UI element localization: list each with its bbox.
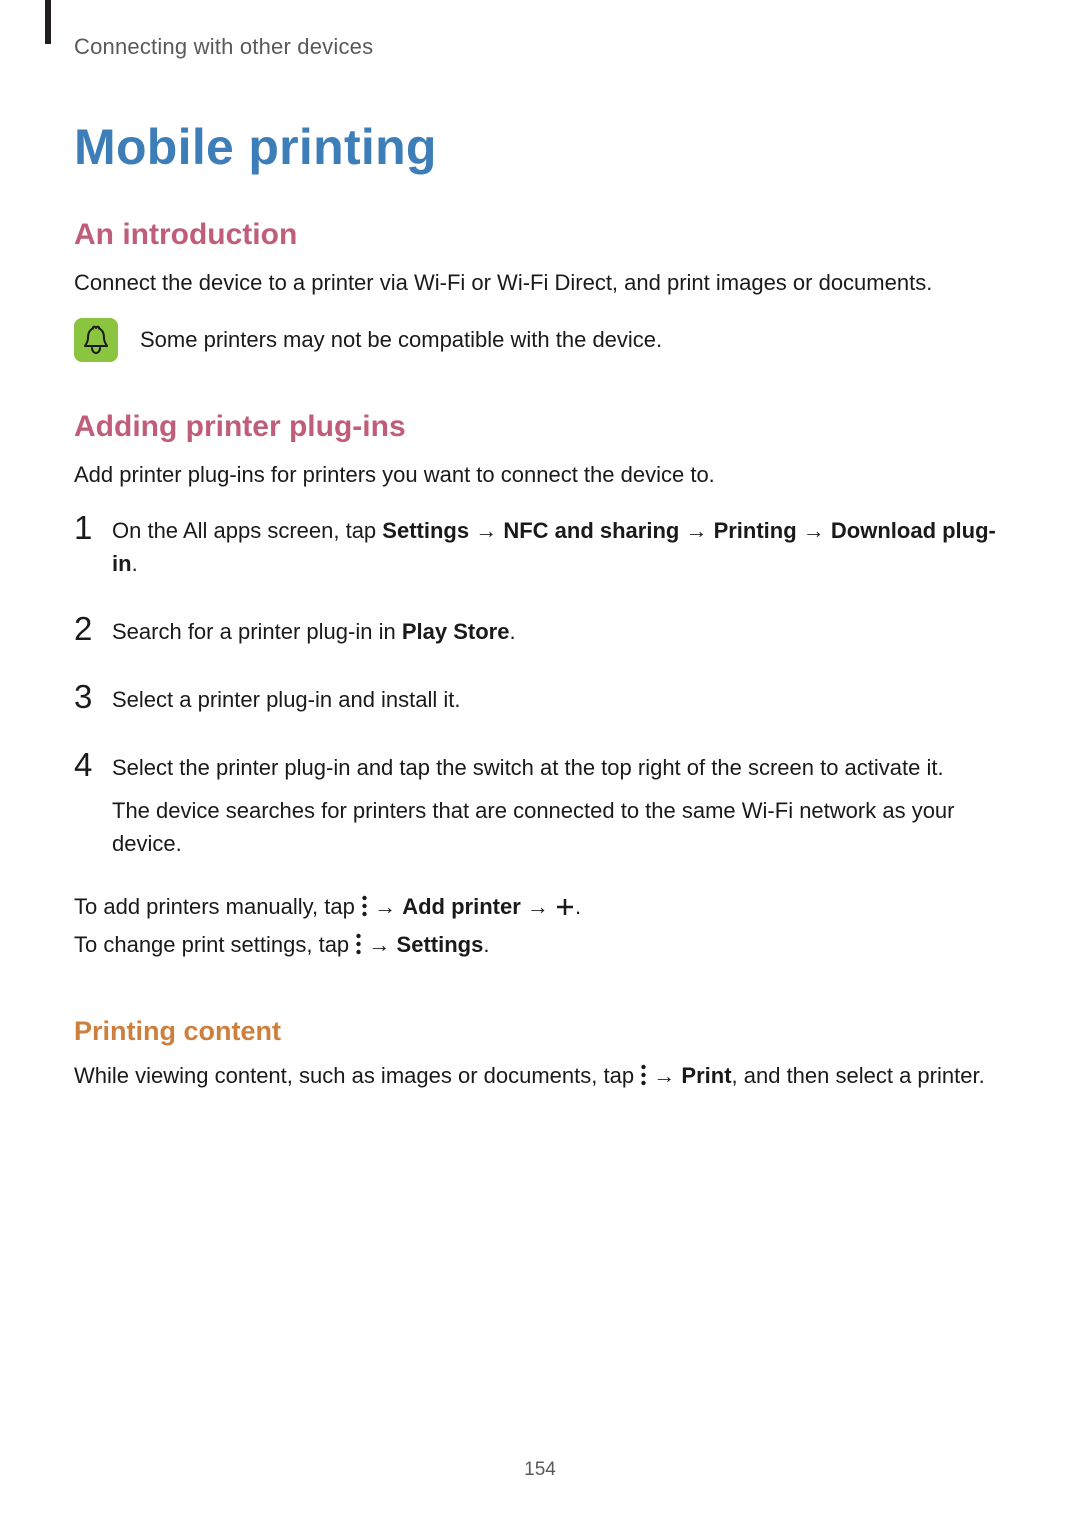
- step-number: 3: [74, 680, 96, 713]
- note-icon-box: [74, 318, 118, 362]
- note-text: Some printers may not be compatible with…: [140, 325, 662, 355]
- text: Select a printer plug-in and install it.: [112, 687, 461, 712]
- text: To change print settings, tap: [74, 932, 355, 957]
- step-3: 3 Select a printer plug-in and install i…: [74, 680, 1006, 716]
- text: .: [132, 551, 138, 576]
- arrow: →: [521, 894, 555, 919]
- page-number: 154: [0, 1459, 1080, 1481]
- text: , and then select a printer.: [732, 1063, 985, 1088]
- text: .: [509, 619, 515, 644]
- note-callout: Some printers may not be compatible with…: [74, 318, 1006, 362]
- text: On the All apps screen, tap: [112, 518, 382, 543]
- subsection-printing-heading: Printing content: [74, 1016, 1006, 1047]
- text: While viewing content, such as images or…: [74, 1063, 640, 1088]
- label-printing: Printing: [714, 518, 797, 543]
- change-settings-line: To change print settings, tap → Settings…: [74, 930, 1006, 960]
- plugin-steps-list: 1 On the All apps screen, tap Settings →…: [74, 511, 1006, 860]
- plugins-body: Add printer plug-ins for printers you wa…: [74, 460, 1006, 490]
- text-secondary: The device searches for printers that ar…: [112, 794, 1006, 860]
- label-settings: Settings: [397, 932, 484, 957]
- step-1: 1 On the All apps screen, tap Settings →…: [74, 511, 1006, 580]
- step-body: On the All apps screen, tap Settings → N…: [112, 511, 1006, 580]
- plus-icon: [555, 897, 575, 917]
- arrow: →: [647, 1063, 681, 1088]
- step-body: Select a printer plug-in and install it.: [112, 680, 461, 716]
- text: To add printers manually, tap: [74, 894, 361, 919]
- label-nfc: NFC and sharing: [503, 518, 679, 543]
- arrow: →: [797, 518, 831, 543]
- arrow: →: [679, 518, 713, 543]
- manual-add-line: To add printers manually, tap → Add prin…: [74, 892, 1006, 922]
- step-number: 4: [74, 748, 96, 781]
- section-plugins-heading: Adding printer plug-ins: [74, 410, 1006, 444]
- text: Search for a printer plug-in in: [112, 619, 402, 644]
- label-settings: Settings: [382, 518, 469, 543]
- step-body: Search for a printer plug-in in Play Sto…: [112, 612, 516, 648]
- section-intro-heading: An introduction: [74, 218, 1006, 252]
- intro-body: Connect the device to a printer via Wi-F…: [74, 268, 1006, 298]
- step-body: Select the printer plug-in and tap the s…: [112, 748, 1006, 860]
- printing-body: While viewing content, such as images or…: [74, 1061, 1006, 1091]
- page-edge-mark: [45, 0, 51, 44]
- breadcrumb: Connecting with other devices: [74, 34, 1006, 60]
- bell-icon: [82, 325, 110, 355]
- arrow: →: [469, 518, 503, 543]
- page-title: Mobile printing: [74, 118, 1006, 176]
- page-content: Connecting with other devices Mobile pri…: [0, 0, 1080, 1092]
- label-print: Print: [681, 1063, 731, 1088]
- step-number: 2: [74, 612, 96, 645]
- more-icon: [361, 895, 368, 917]
- label-play-store: Play Store: [402, 619, 510, 644]
- step-number: 1: [74, 511, 96, 544]
- step-2: 2 Search for a printer plug-in in Play S…: [74, 612, 1006, 648]
- text: .: [483, 932, 489, 957]
- arrow: →: [368, 894, 402, 919]
- label-add-printer: Add printer: [402, 894, 521, 919]
- step-4: 4 Select the printer plug-in and tap the…: [74, 748, 1006, 860]
- text: .: [575, 894, 581, 919]
- text: Select the printer plug-in and tap the s…: [112, 755, 944, 780]
- arrow: →: [362, 932, 396, 957]
